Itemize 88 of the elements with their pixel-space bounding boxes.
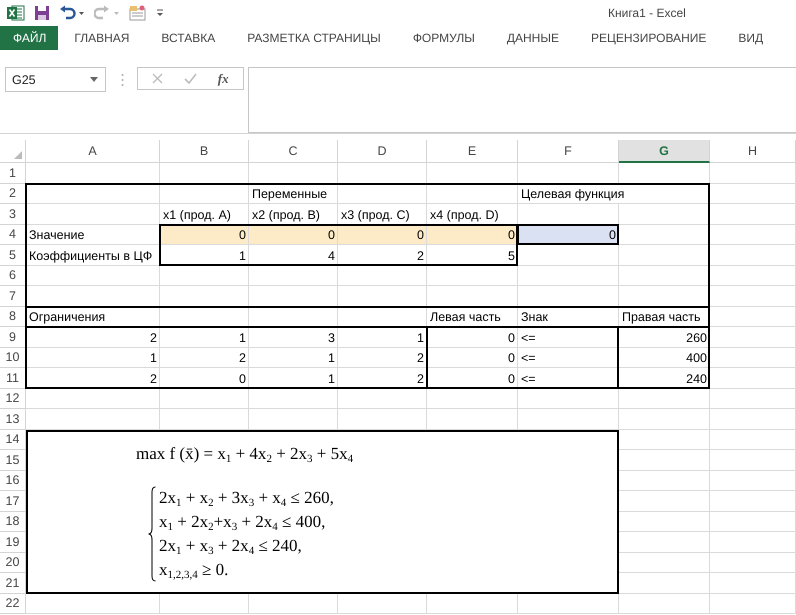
row-header[interactable]: 5 (0, 245, 26, 266)
name-box[interactable]: G25 (5, 67, 106, 92)
table-cell[interactable]: 2 (26, 327, 159, 346)
table-cell[interactable]: 3 (249, 327, 337, 346)
spreadsheet-logo-icon (7, 5, 25, 21)
table-cell[interactable]: 1 (26, 348, 159, 367)
column-header[interactable]: D (338, 140, 427, 163)
column-header[interactable]: B (160, 140, 249, 163)
file-tab[interactable]: ФАЙЛ (0, 26, 58, 50)
table-cell[interactable]: 2 (338, 368, 426, 388)
table-cell[interactable]: 1 (249, 348, 337, 367)
undo-icon[interactable] (59, 5, 85, 21)
table-cell[interactable]: 260 (619, 327, 709, 346)
table-cell[interactable]: 0 (160, 368, 248, 388)
redo-icon (94, 5, 120, 21)
row-header[interactable]: 8 (0, 306, 26, 327)
close-icon[interactable] (152, 73, 164, 84)
column-header[interactable]: E (427, 140, 518, 163)
row-header[interactable]: 11 (0, 368, 26, 388)
table-cell[interactable]: x4 (прод. D) (427, 204, 517, 224)
window-title: Книга1 - Excel (608, 6, 686, 20)
formula-input-field[interactable] (248, 67, 796, 133)
table-cell[interactable]: 0 (249, 224, 337, 244)
table-cell[interactable]: 0 (338, 224, 426, 244)
column-header[interactable]: A (26, 140, 160, 163)
table-cell[interactable]: 2 (338, 348, 426, 367)
dropdown-caret-icon (90, 77, 98, 82)
column-header[interactable]: H (710, 140, 796, 163)
ribbon-tab[interactable]: ГЛАВНАЯ (58, 26, 146, 50)
select-all-button[interactable] (0, 140, 26, 163)
touch-mode-icon[interactable] (129, 5, 147, 21)
row-header[interactable]: 22 (0, 594, 26, 614)
row-header[interactable]: 3 (0, 204, 26, 224)
constraint: 2x$_{1}$ + x$_{2}$ + 3x$_{3}$ + x$_{4}$ ≤ 260, (159, 486, 334, 510)
constraint: x$_{1}$ + 2x$_{2}$+x$_{3}$ + 2x$_{4}$ ≤ 400, (159, 510, 326, 534)
constraint: x$_{1,2,3,4}$ ≥ 0. (159, 558, 230, 582)
constraint: 2x$_{1}$ + x$_{3}$ + 2x$_{4}$ ≤ 240, (159, 534, 303, 558)
row-header[interactable]: 10 (0, 348, 26, 368)
table-cell[interactable]: 4 (249, 245, 337, 264)
table-cell[interactable]: Коэффициенты в ЦФ (26, 245, 159, 264)
table-cell[interactable]: <= (518, 348, 618, 367)
row-header[interactable]: 1 (0, 163, 26, 184)
checkmark-icon[interactable] (184, 73, 198, 84)
ribbon-tab[interactable]: РАЗМЕТКА СТРАНИЦЫ (231, 26, 397, 50)
table-cell[interactable]: 0 (427, 327, 517, 346)
table-cell[interactable]: Ограничения (26, 306, 159, 326)
row-header[interactable]: 6 (0, 266, 26, 286)
triangle-icon (14, 151, 22, 159)
table-cell[interactable]: Переменные (249, 184, 337, 203)
column-header[interactable]: C (249, 140, 338, 163)
table-cell[interactable]: 1 (160, 245, 248, 264)
table-cell[interactable]: 0 (427, 348, 517, 367)
table-cell[interactable]: x1 (прод. A) (160, 204, 248, 224)
table-cell[interactable]: 2 (160, 348, 248, 367)
objective-function: max f (x̄) = x$_{1}$ + 4x$_{2}$ + 2x$_{3}$ + 5x$_{4}$ (136, 442, 354, 466)
table-cell[interactable]: Правая часть (619, 306, 709, 326)
table-cell[interactable]: Значение (26, 224, 159, 244)
row-header[interactable]: 2 (0, 184, 26, 204)
ribbon-tab[interactable]: РЕЦЕНЗИРОВАНИЕ (574, 26, 722, 50)
row-header[interactable]: 12 (0, 388, 26, 409)
customize-caret-icon[interactable] (156, 8, 164, 18)
table-cell[interactable]: <= (518, 368, 618, 388)
column-header[interactable]: G (619, 140, 710, 163)
table-cell[interactable]: 0 (427, 368, 517, 388)
table-cell[interactable]: 400 (619, 348, 709, 367)
table-cell[interactable]: 1 (249, 368, 337, 388)
table-cell[interactable]: Знак (518, 306, 618, 326)
table-cell[interactable]: 1 (160, 327, 248, 346)
table-cell[interactable]: <= (518, 327, 618, 346)
row-header[interactable]: 13 (0, 409, 26, 430)
table-cell[interactable]: Левая часть (427, 306, 517, 326)
table-cell[interactable]: x2 (прод. B) (249, 204, 337, 224)
table-cell[interactable]: x3 (прод. C) (338, 204, 426, 224)
table-cell[interactable]: 5 (427, 245, 517, 264)
table-cell[interactable]: 2 (338, 245, 426, 264)
save-icon[interactable] (34, 5, 50, 21)
grip-icon (121, 73, 124, 87)
table-cell[interactable]: 2 (26, 368, 159, 388)
ribbon-tab[interactable]: ФОРМУЛЫ (396, 26, 491, 50)
insert-function-button[interactable]: fx (218, 70, 229, 86)
row-header[interactable]: 4 (0, 224, 26, 245)
row-header[interactable]: 7 (0, 286, 26, 306)
ribbon-tab[interactable]: ВИД (722, 26, 780, 50)
ribbon-tab[interactable]: ДАННЫЕ (490, 26, 575, 50)
table-cell[interactable]: 1 (338, 327, 426, 346)
table-cell[interactable]: 240 (619, 368, 709, 388)
row-header[interactable]: 9 (0, 327, 26, 348)
ribbon-tab[interactable]: ВСТАВКА (145, 26, 232, 50)
